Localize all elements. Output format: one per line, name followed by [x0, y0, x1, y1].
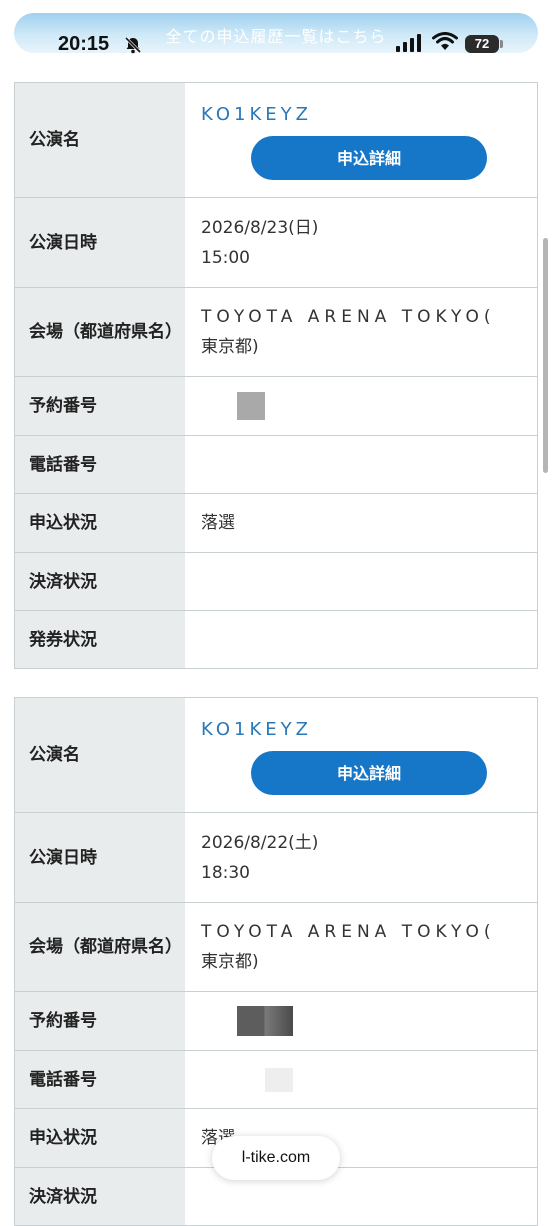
application-entry-1: 公演名 KO1KEYZ 申込詳細 公演日時 2026/8/23(日) 15:00… — [14, 82, 538, 669]
performance-time: 15:00 — [201, 247, 250, 268]
performance-time: 18:30 — [201, 862, 250, 883]
label-application-status: 申込状況 — [14, 1108, 185, 1168]
redaction-block — [265, 1067, 293, 1092]
label-venue: 会場（都道府県名） — [14, 287, 185, 377]
venue-prefecture: 東京都) — [201, 952, 259, 972]
label-payment-status: 決済状況 — [14, 552, 185, 611]
label-performance: 公演名 — [14, 697, 185, 813]
value-performance: KO1KEYZ 申込詳細 — [185, 82, 538, 198]
row-ticket-status: 発券状況 — [14, 610, 538, 669]
row-performance: 公演名 KO1KEYZ 申込詳細 — [14, 82, 538, 198]
value-reservation — [185, 376, 538, 436]
value-datetime: 2026/8/22(土) 18:30 — [185, 812, 538, 903]
application-detail-button[interactable]: 申込詳細 — [251, 136, 487, 180]
label-phone: 電話番号 — [14, 435, 185, 494]
value-venue: TOYOTA ARENA TOKYO( 東京都) — [185, 287, 538, 377]
performance-date: 2026/8/22(土) — [201, 832, 319, 853]
battery-tip — [500, 40, 503, 48]
value-venue: TOYOTA ARENA TOKYO( 東京都) — [185, 902, 538, 992]
status-bar: 全ての申込履歴一覧はこちら 20:15 72 — [0, 0, 552, 64]
redaction-block — [237, 1006, 293, 1036]
venue-prefecture: 東京都) — [201, 337, 259, 357]
label-reservation: 予約番号 — [14, 991, 185, 1051]
value-payment-status — [185, 552, 538, 611]
venue-name: TOYOTA ARENA TOKYO( — [201, 922, 496, 942]
value-application-status: 落選 — [185, 493, 538, 553]
label-performance: 公演名 — [14, 82, 185, 198]
value-phone — [185, 435, 538, 494]
wifi-icon — [432, 32, 458, 50]
row-reservation: 予約番号 — [14, 376, 538, 436]
label-ticket-status: 発券状況 — [14, 610, 185, 669]
bell-slash-icon — [124, 36, 142, 54]
label-datetime: 公演日時 — [14, 812, 185, 903]
value-ticket-status — [185, 610, 538, 669]
row-phone: 電話番号 — [14, 1050, 538, 1109]
value-datetime: 2026/8/23(日) 15:00 — [185, 197, 538, 288]
label-datetime: 公演日時 — [14, 197, 185, 288]
scrollbar[interactable] — [543, 238, 548, 473]
row-payment-status: 決済状況 — [14, 552, 538, 611]
battery-icon: 72 — [465, 35, 499, 53]
performance-date: 2026/8/23(日) — [201, 217, 319, 238]
row-application-status: 申込状況 落選 — [14, 493, 538, 553]
row-datetime: 公演日時 2026/8/23(日) 15:00 — [14, 197, 538, 288]
row-reservation: 予約番号 — [14, 991, 538, 1051]
venue-name: TOYOTA ARENA TOKYO( — [201, 307, 496, 327]
row-phone: 電話番号 — [14, 435, 538, 494]
application-detail-button[interactable]: 申込詳細 — [251, 751, 487, 795]
domain-pill[interactable]: l-tike.com — [212, 1136, 340, 1180]
row-venue: 会場（都道府県名） TOYOTA ARENA TOKYO( 東京都) — [14, 902, 538, 992]
value-performance: KO1KEYZ 申込詳細 — [185, 697, 538, 813]
row-datetime: 公演日時 2026/8/22(土) 18:30 — [14, 812, 538, 903]
value-reservation — [185, 991, 538, 1051]
label-phone: 電話番号 — [14, 1050, 185, 1109]
label-application-status: 申込状況 — [14, 493, 185, 553]
performance-name-link[interactable]: KO1KEYZ — [201, 717, 529, 743]
label-payment-status: 決済状況 — [14, 1167, 185, 1226]
row-performance: 公演名 KO1KEYZ 申込詳細 — [14, 697, 538, 813]
value-phone — [185, 1050, 538, 1109]
clock: 20:15 — [58, 33, 110, 55]
redaction-block — [237, 392, 265, 420]
label-venue: 会場（都道府県名） — [14, 902, 185, 992]
cellular-signal-icon — [396, 34, 421, 52]
row-venue: 会場（都道府県名） TOYOTA ARENA TOKYO( 東京都) — [14, 287, 538, 377]
label-reservation: 予約番号 — [14, 376, 185, 436]
performance-name-link[interactable]: KO1KEYZ — [201, 102, 529, 128]
